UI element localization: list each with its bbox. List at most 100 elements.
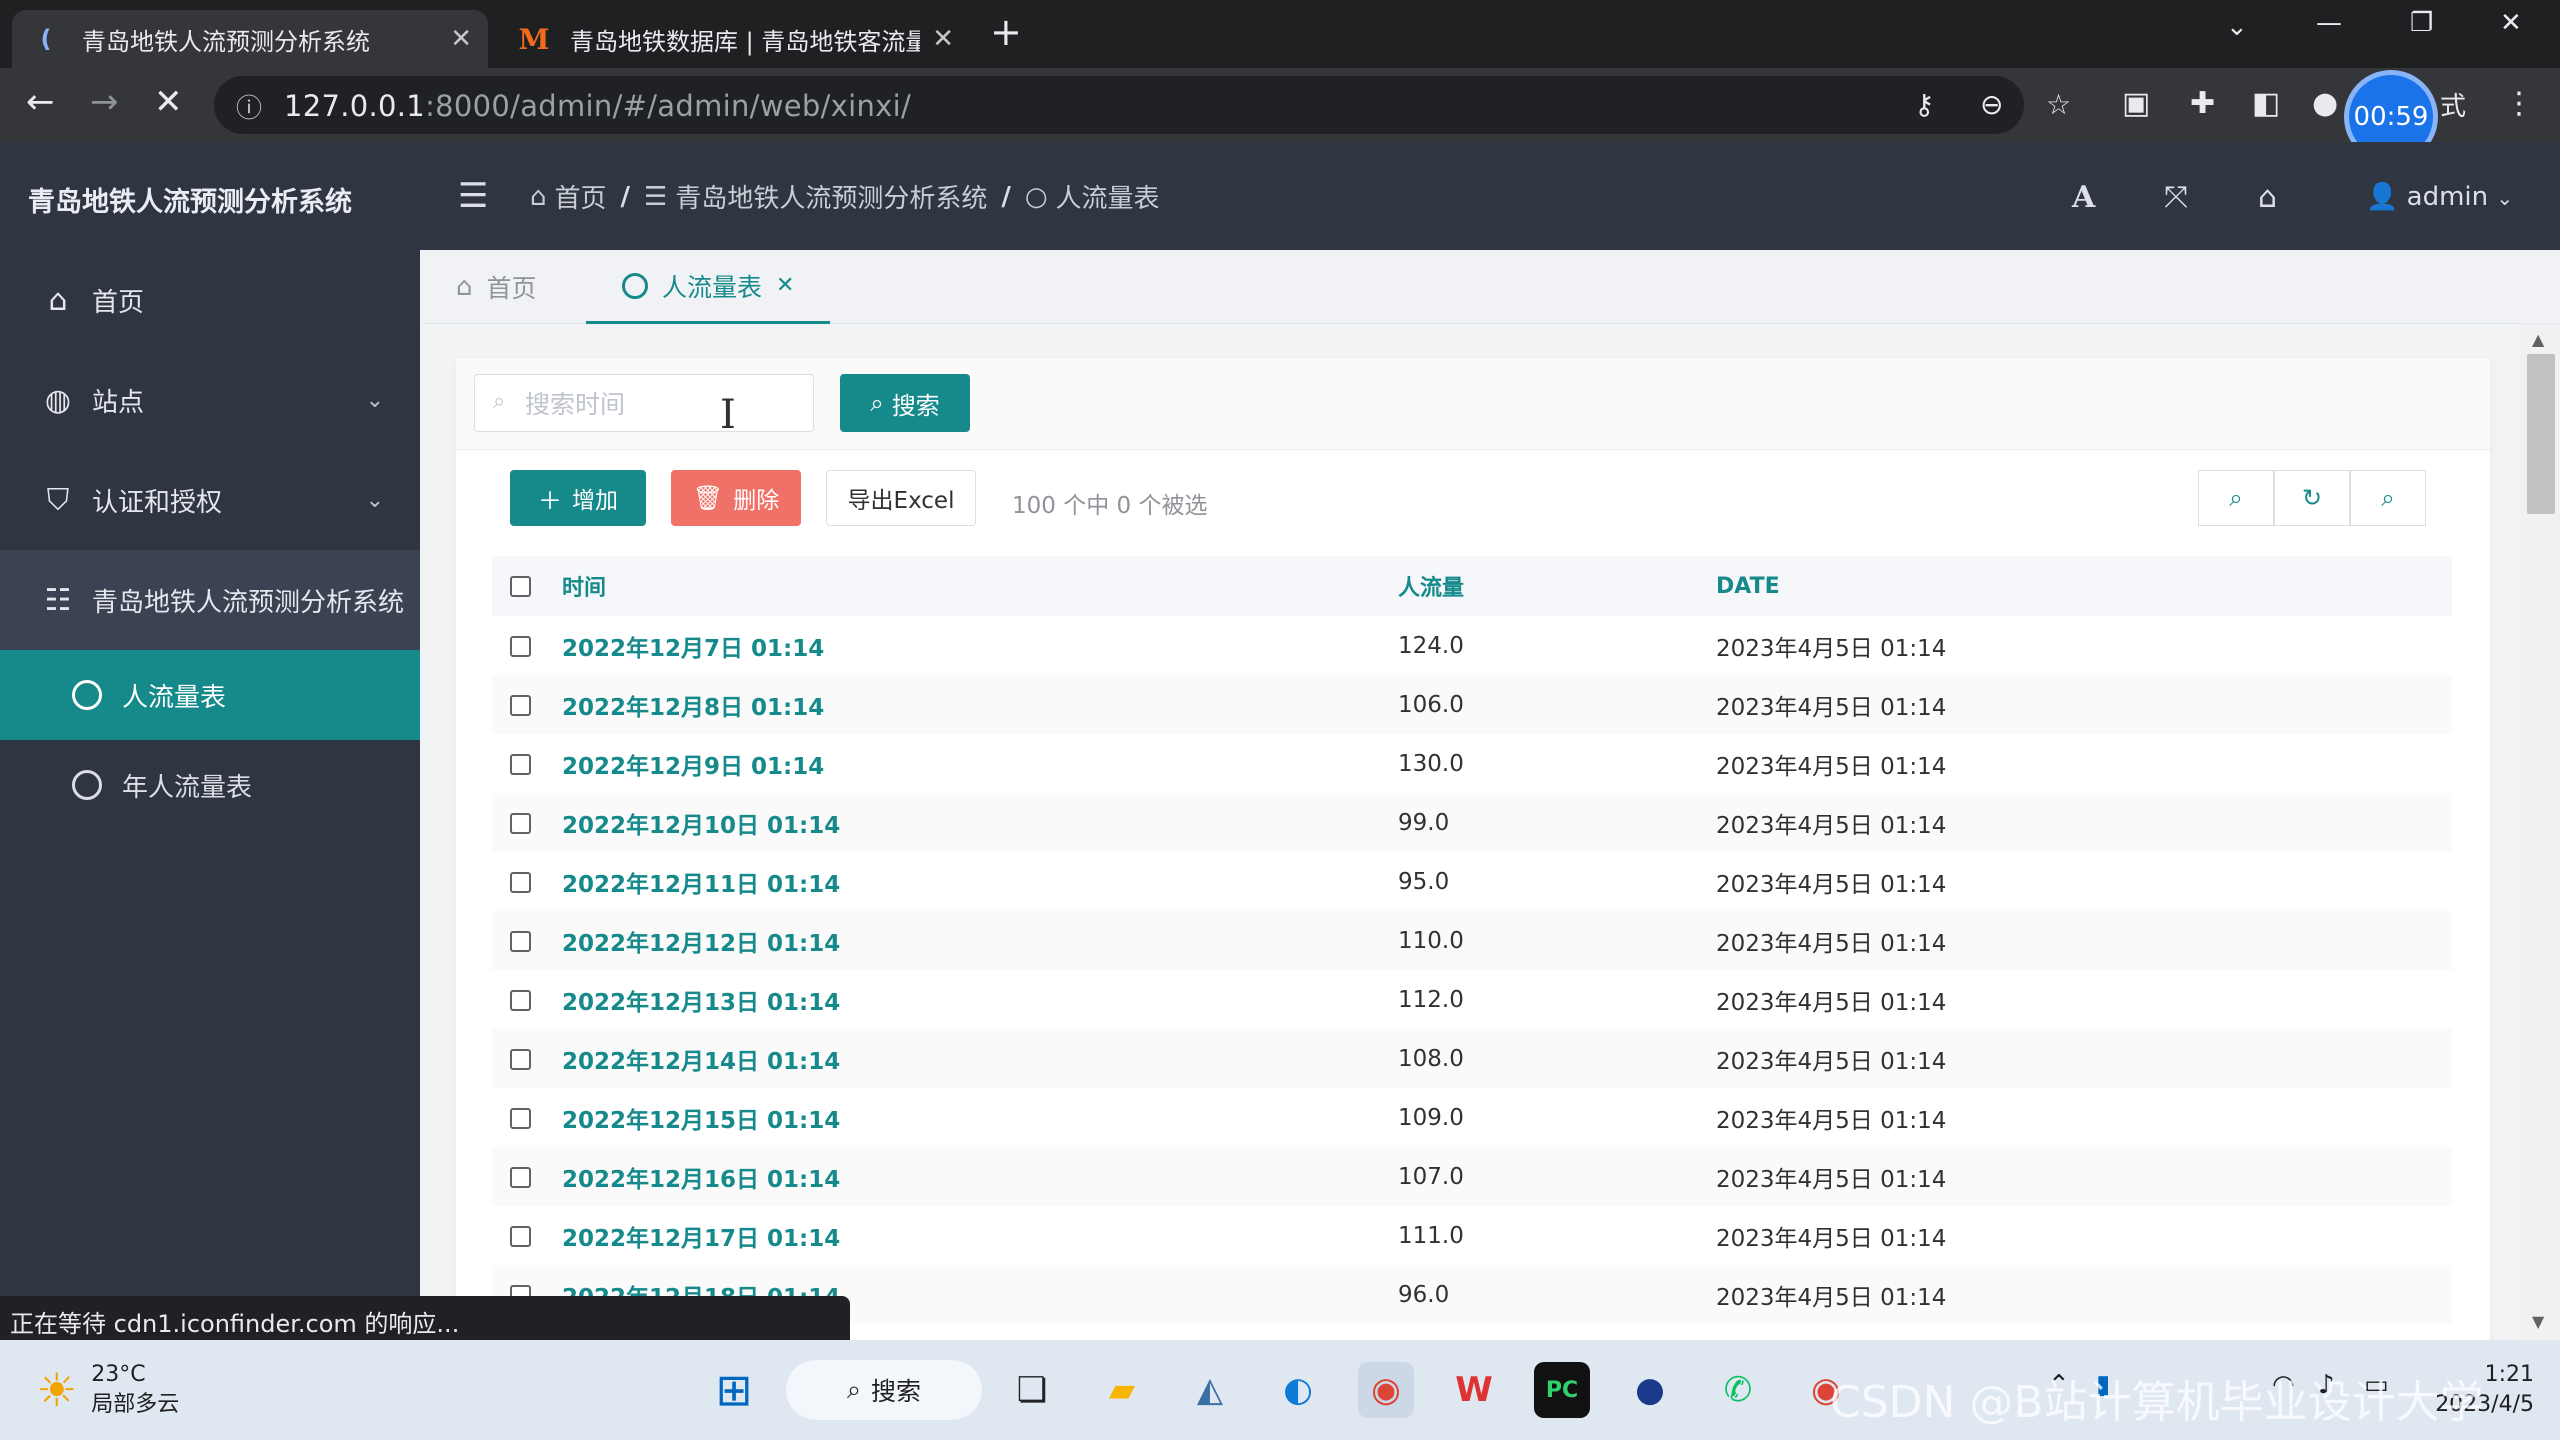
row-checkbox[interactable] [510, 1225, 531, 1247]
user-menu[interactable]: 👤 admin ⌄ [2366, 182, 2513, 212]
search-button[interactable]: ⌕ 搜索 [840, 374, 970, 432]
table-row[interactable]: 2022年12月17日 01:14 111.0 2023年4月5日 01:14 [492, 1206, 2452, 1265]
wps-office-icon[interactable]: W [1446, 1362, 1502, 1418]
windows-start-icon[interactable]: ⊞ [706, 1362, 762, 1418]
weather-widget[interactable]: ☀ 23°C 局部多云 [36, 1360, 179, 1420]
select-all-checkbox[interactable] [510, 576, 531, 597]
sidebar-item-system[interactable]: ☷ 青岛地铁人流预测分析系统 [0, 550, 420, 650]
key-icon[interactable]: ⚷ [1914, 88, 1935, 121]
table-row[interactable]: 2022年12月13日 01:14 112.0 2023年4月5日 01:14 [492, 970, 2452, 1029]
home-link-icon[interactable]: ⌂ [2258, 180, 2277, 215]
table-row[interactable]: 2022年12月11日 01:14 95.0 2023年4月5日 01:14 [492, 852, 2452, 911]
edge-browser-icon[interactable]: ◐ [1270, 1362, 1326, 1418]
cell-time[interactable]: 2022年12月8日 01:14 [562, 675, 1398, 734]
sidebar-item-auth[interactable]: ⛉ 认证和授权 ⌄ [0, 450, 420, 550]
tab-flow-table[interactable]: 人流量表 ✕ [586, 250, 831, 324]
table-row[interactable]: 2022年12月14日 01:14 108.0 2023年4月5日 01:14 [492, 1029, 2452, 1088]
table-row[interactable]: 2022年12月12日 01:14 110.0 2023年4月5日 01:14 [492, 911, 2452, 970]
column-header[interactable]: 人流量 [1398, 556, 1716, 616]
zoom-icon[interactable]: ⊖ [1980, 88, 2003, 121]
tab-search-chevron-icon[interactable]: ⌄ [2226, 12, 2248, 42]
table-row[interactable]: 2022年12月10日 01:14 99.0 2023年4月5日 01:14 [492, 793, 2452, 852]
scroll-down-icon[interactable]: ▼ [2532, 1312, 2544, 1331]
row-checkbox[interactable] [510, 871, 531, 893]
sidebar-subitem-flow-table[interactable]: 人流量表 [0, 650, 420, 740]
cell-time[interactable]: 2022年12月15日 01:14 [562, 1088, 1398, 1147]
search-input[interactable] [525, 383, 795, 425]
browser-tab-active[interactable]: ( 青岛地铁人流预测分析系统 ✕ [12, 10, 488, 68]
cell-time[interactable]: 2022年12月13日 01:14 [562, 970, 1398, 1029]
stop-loading-icon[interactable]: ✕ [154, 82, 183, 122]
bookmark-star-icon[interactable]: ☆ [2046, 88, 2071, 121]
cell-time[interactable]: 2022年12月14日 01:14 [562, 1029, 1398, 1088]
filter-search-button[interactable]: ⌕ [2198, 470, 2274, 526]
breadcrumb-home[interactable]: 首页 [555, 178, 607, 215]
photos-app-icon[interactable]: ◭ [1182, 1362, 1238, 1418]
vertical-scrollbar[interactable]: ▲ ▼ [2520, 324, 2560, 1340]
back-arrow-icon[interactable]: ← [26, 82, 55, 122]
scroll-up-icon[interactable]: ▲ [2532, 330, 2544, 349]
row-checkbox[interactable] [510, 635, 531, 657]
row-checkbox[interactable] [510, 1166, 531, 1188]
profile-label[interactable]: 式 [2440, 86, 2466, 123]
night-app-icon[interactable]: ● [1622, 1362, 1678, 1418]
site-info-icon[interactable]: ⓘ [236, 88, 262, 125]
wechat-icon[interactable]: ✆ [1710, 1362, 1766, 1418]
cell-time[interactable]: 2022年12月9日 01:14 [562, 734, 1398, 793]
row-checkbox[interactable] [510, 930, 531, 952]
refresh-button[interactable]: ↻ [2274, 470, 2350, 526]
sidebar-subitem-year-flow-table[interactable]: 年人流量表 [0, 740, 420, 830]
cell-time[interactable]: 2022年12月17日 01:14 [562, 1206, 1398, 1265]
row-checkbox[interactable] [510, 1107, 531, 1129]
forward-arrow-icon[interactable]: → [90, 82, 119, 122]
row-checkbox[interactable] [510, 694, 531, 716]
menu-toggle-icon[interactable]: ☰ [458, 176, 488, 216]
url-text[interactable]: 127.0.0.1:8000/admin/#/admin/web/xinxi/ [284, 89, 911, 123]
table-row[interactable]: 2022年12月8日 01:14 106.0 2023年4月5日 01:14 [492, 675, 2452, 734]
row-checkbox[interactable] [510, 989, 531, 1011]
breadcrumb-app[interactable]: 青岛地铁人流预测分析系统 [675, 178, 987, 215]
minimize-icon[interactable]: — [2316, 8, 2342, 38]
close-icon[interactable]: ✕ [776, 273, 794, 298]
cell-time[interactable]: 2022年12月11日 01:14 [562, 852, 1398, 911]
task-view-icon[interactable]: ❏ [1004, 1362, 1060, 1418]
profile-avatar-icon[interactable]: ● [2312, 86, 2338, 121]
tab-close-icon[interactable]: ✕ [932, 24, 954, 54]
restore-icon[interactable]: ❐ [2410, 8, 2433, 38]
address-bar[interactable]: ⓘ 127.0.0.1:8000/admin/#/admin/web/xinxi… [214, 76, 2024, 134]
extensions-puzzle-icon[interactable]: ✚ [2190, 86, 2215, 121]
cell-time[interactable]: 2022年12月7日 01:14 [562, 616, 1398, 675]
row-checkbox[interactable] [510, 1048, 531, 1070]
table-search-button[interactable]: ⌕ [2350, 470, 2426, 526]
window-close-icon[interactable]: ✕ [2500, 8, 2522, 38]
table-row[interactable]: 2022年12月7日 01:14 124.0 2023年4月5日 01:14 [492, 616, 2452, 675]
font-size-icon[interactable]: A [2072, 180, 2095, 215]
cell-time[interactable]: 2022年12月10日 01:14 [562, 793, 1398, 852]
column-header[interactable]: DATE [1716, 556, 2452, 616]
fullscreen-icon[interactable]: ⤧ [2164, 180, 2188, 215]
new-tab-button[interactable]: + [990, 10, 1022, 54]
scroll-thumb[interactable] [2527, 354, 2555, 514]
taskbar-search[interactable]: ⌕ 搜索 [786, 1360, 982, 1420]
column-header[interactable]: 时间 [562, 556, 1398, 616]
sidebar-item-sites[interactable]: ◍ 站点 ⌄ [0, 350, 420, 450]
row-checkbox[interactable] [510, 753, 531, 775]
reader-extension-icon[interactable]: ▣ [2122, 86, 2150, 121]
row-checkbox[interactable] [510, 812, 531, 834]
tab-close-icon[interactable]: ✕ [450, 24, 472, 54]
browser-tab[interactable]: M 青岛地铁数据库 | 青岛地铁客流量 ✕ [500, 10, 970, 68]
pycharm-icon[interactable]: PC [1534, 1362, 1590, 1418]
browser-menu-icon[interactable]: ⋮ [2504, 86, 2534, 121]
file-explorer-icon[interactable]: ▰ [1094, 1362, 1150, 1418]
cell-time[interactable]: 2022年12月12日 01:14 [562, 911, 1398, 970]
side-panel-icon[interactable]: ◧ [2252, 86, 2280, 121]
chrome-browser-icon[interactable]: ◉ [1358, 1362, 1414, 1418]
add-button[interactable]: ＋ 增加 [510, 470, 646, 526]
table-row[interactable]: 2022年12月15日 01:14 109.0 2023年4月5日 01:14 [492, 1088, 2452, 1147]
delete-button[interactable]: 🗑 删除 [671, 470, 801, 526]
export-excel-button[interactable]: 导出Excel [826, 470, 976, 526]
table-row[interactable]: 2022年12月16日 01:14 107.0 2023年4月5日 01:14 [492, 1147, 2452, 1206]
tab-home[interactable]: ⌂ 首页 [456, 250, 537, 324]
table-row[interactable]: 2022年12月9日 01:14 130.0 2023年4月5日 01:14 [492, 734, 2452, 793]
sidebar-item-home[interactable]: ⌂ 首页 [0, 250, 420, 350]
